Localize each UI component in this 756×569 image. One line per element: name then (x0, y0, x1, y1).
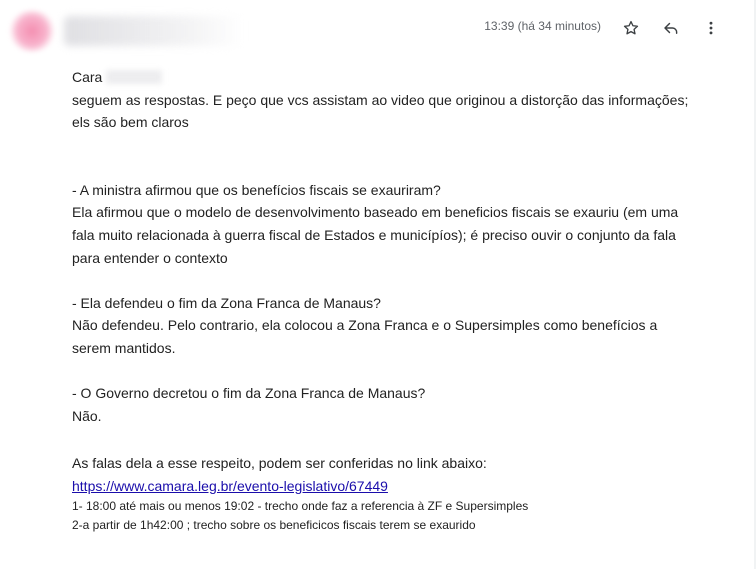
body-line: seguem as respostas. E peço que vcs assi… (72, 91, 689, 108)
answer-line: fala muito relacionada à guerra fiscal d… (72, 226, 676, 243)
timestamp: 13:39 (há 34 minutos) (484, 19, 601, 33)
links-section: As falas dela a esse respeito, podem ser… (72, 452, 528, 535)
question: - A ministra afirmou que os benefícios f… (72, 181, 441, 198)
event-link[interactable]: https://www.camara.leg.br/evento-legisla… (72, 475, 528, 498)
note-line: 1- 18:00 até mais ou menos 19:02 - trech… (72, 499, 529, 514)
body-line: els são bem claros (72, 114, 189, 131)
reply-icon (662, 19, 680, 37)
email-message: 13:39 (há 34 minutos) Cara seguem as res… (0, 0, 756, 569)
star-icon (622, 19, 640, 37)
message-header: 13:39 (há 34 minutos) (0, 0, 756, 58)
message-body: Cara seguem as respostas. E peço que vcs… (72, 66, 742, 532)
greeting-line: Cara (72, 66, 742, 89)
answer-line: para entender o contexto (72, 249, 228, 266)
answer-line: Não. (72, 407, 102, 424)
greeting: Cara (72, 69, 103, 85)
answer-line: Não defendeu. Pelo contrario, ela coloco… (72, 317, 658, 334)
closing-text: As falas dela a esse respeito, podem ser… (72, 455, 487, 471)
more-vertical-icon (702, 19, 720, 37)
question: - O Governo decretou o fim da Zona Franc… (72, 385, 426, 402)
redacted-recipient-name (106, 70, 163, 84)
star-button[interactable] (617, 14, 645, 42)
sender-name[interactable] (64, 16, 244, 46)
avatar[interactable] (8, 10, 56, 52)
question: - Ela defendeu o fim da Zona Franca de M… (72, 294, 381, 311)
answer-line: serem mantidos. (72, 339, 176, 356)
reply-button[interactable] (657, 14, 685, 42)
note-line: 2-a partir de 1h42:00 ; trecho sobre os … (72, 518, 476, 533)
more-options-button[interactable] (697, 14, 725, 42)
answer-line: Ela afirmou que o modelo de desenvolvime… (72, 204, 679, 221)
